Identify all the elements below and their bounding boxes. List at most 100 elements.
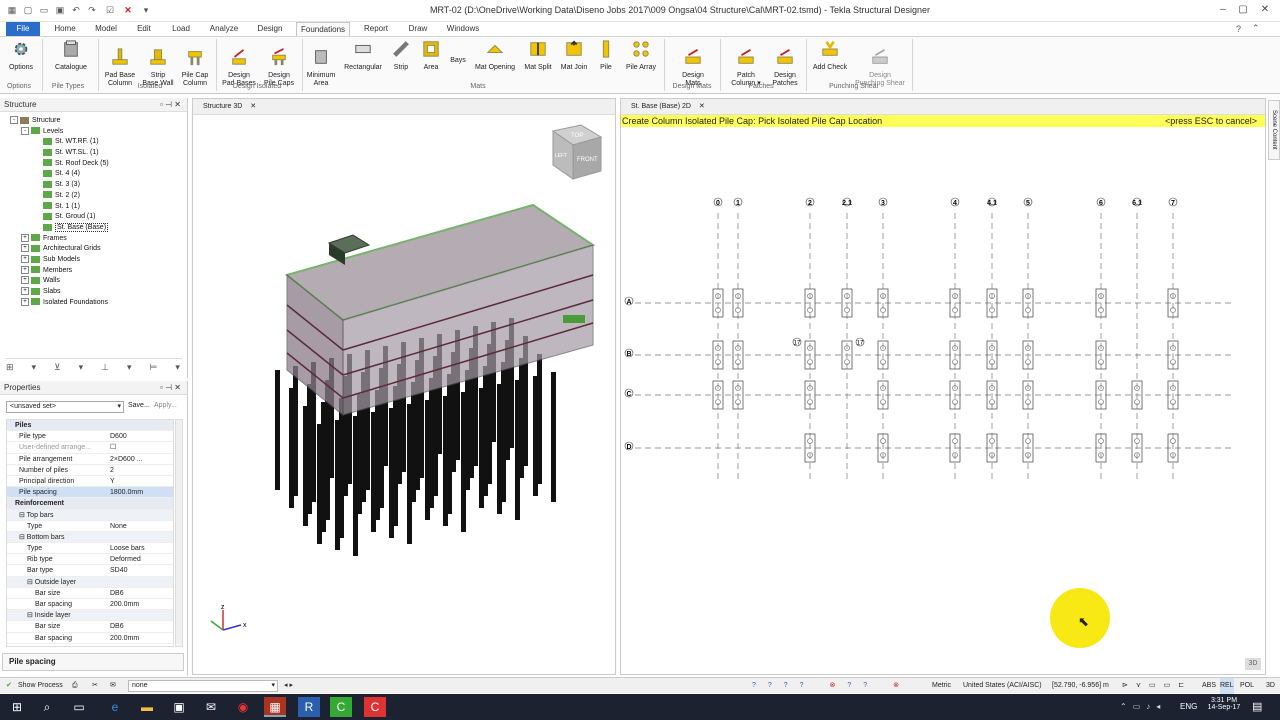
tree-item[interactable]: St. 3 (3) [10,180,187,191]
tree-item[interactable]: St. WT.SL. (1) [10,148,187,159]
new-icon[interactable]: ▢ [22,4,34,16]
chrome-icon[interactable]: ◉ [232,697,254,717]
undo-icon[interactable]: ↶ [70,4,82,16]
property-row[interactable]: Number of piles 2 [7,465,173,476]
panel-close-icon[interactable]: ▫ ⊣ ✕ [160,381,181,395]
tree-item[interactable]: + Walls [10,276,187,287]
tab-analyze[interactable]: Analyze [204,22,244,36]
tekla-icon[interactable]: ▦ [264,697,286,717]
tree-item[interactable]: St. Roof Deck (5) [10,159,187,170]
property-scrollbar[interactable] [175,419,183,647]
clock[interactable]: 3:31 PM 14-Sep-17 [1206,697,1242,711]
property-value[interactable]: 200.0mm [110,599,139,610]
file-explorer-icon[interactable]: ▬ [136,697,158,717]
app-c-icon[interactable]: C [330,697,352,717]
tab-file[interactable]: File [6,22,40,36]
collapse-icon[interactable]: - [21,126,29,135]
show-process-button[interactable]: Show Process [18,678,63,694]
language-indicator[interactable]: ENG [1180,702,1197,711]
property-row[interactable]: Bar size DB6 [7,621,173,633]
tree-item[interactable]: + Slabs [10,287,187,298]
tab-design[interactable]: Design [252,22,288,36]
save-button[interactable]: Save... [128,402,150,409]
pile-cap-column-button[interactable]: Pile Cap Column [178,39,212,96]
property-value[interactable]: 1800.0mm [110,487,143,498]
structure-3d-view[interactable]: Structure 3D ✕ TOP FRONT LEFT z x [192,98,616,675]
tree-item[interactable]: - Structure [10,116,187,127]
check-icon[interactable]: ☑ [104,4,116,16]
property-row[interactable]: Principal direction Y [7,476,173,488]
mail-app-icon[interactable]: ✉ [200,697,222,717]
start-icon[interactable]: ⊞ [6,697,28,717]
tree-item[interactable]: St. Base (Base) [10,222,187,234]
property-row[interactable]: ⊟ Top bars [7,509,173,521]
property-value[interactable]: 2 [110,465,114,476]
tree-item[interactable]: St. 2 (2) [10,191,187,202]
store-icon[interactable]: ▣ [168,697,190,717]
options-button[interactable]: Options [4,39,38,72]
property-row[interactable]: Pile arrangement 2×D600 ... [7,454,173,465]
maximize-icon[interactable]: ▢ [1236,3,1250,17]
expand-icon[interactable]: + [21,255,29,264]
property-value[interactable]: 2×D600 ... [110,454,143,465]
close-icon[interactable]: ✕ [1258,3,1272,17]
status-toggle-icons[interactable]: ???? ⊗?? ⊗ [752,678,911,694]
property-row[interactable]: Rib type Deformed [7,554,173,566]
property-value[interactable]: Deformed [110,554,141,565]
app-c2-icon[interactable]: C [364,697,386,717]
tray-icons[interactable]: ⌃▭♪◂ [1120,702,1166,711]
revit-icon[interactable]: R [298,697,320,717]
mat-join-button[interactable]: Mat Join [558,39,590,72]
view-3d-badge[interactable]: 3D [1245,658,1261,670]
property-row[interactable]: Bar size DB6 [7,588,173,599]
property-row[interactable]: ⊟ Bottom bars [7,531,173,544]
property-row[interactable]: Reinforcement [7,498,173,510]
tree-item[interactable]: St. Groud (1) [10,212,187,223]
strip-button[interactable]: Strip [388,39,414,72]
close-model-icon[interactable]: ✕ [122,4,134,16]
rectangular-button[interactable]: Rectangular [340,39,386,72]
task-view-icon[interactable]: ▭ [68,697,90,717]
property-row[interactable]: Piles [7,420,173,432]
plan-canvas[interactable]: 0 1 2 2.1 3 4 4.1 5 6 6.1 7ABCD17 17 [621,129,1265,674]
property-set-select[interactable]: <unsaved set> ▾ [6,401,124,413]
tab-foundations[interactable]: Foundations [296,22,350,36]
property-value[interactable]: D600 [110,431,127,442]
property-row[interactable]: Bar spacing 200.0mm [7,633,173,644]
property-row[interactable]: Pile spacing 1800.0mm [7,487,173,499]
quick-access-menu-icon[interactable]: ▾ [140,4,152,16]
print-icon[interactable]: ⎙ [72,678,78,694]
property-value[interactable]: Loose bars [110,543,145,554]
expand-icon[interactable]: + [21,287,29,296]
tree-item[interactable]: + Frames [10,233,187,245]
tab-load[interactable]: Load [166,22,196,36]
notification-icon[interactable]: ▤ [1252,700,1262,713]
tree-item[interactable]: St. WT.RF. (1) [10,137,187,148]
tree-item[interactable]: St. 1 (1) [10,202,187,213]
view-cube[interactable]: TOP FRONT LEFT [551,124,603,180]
tab-structure-3d[interactable]: Structure 3D ✕ [193,99,615,115]
nav-arrows-icon[interactable]: ◂ ▸ [284,678,293,694]
tree-item[interactable]: + Members [10,265,187,277]
expand-icon[interactable]: + [21,233,29,242]
tab-draw[interactable]: Draw [402,22,434,36]
minimum-area-button[interactable]: Minimum Area [304,39,338,96]
minimize-icon[interactable]: – [1216,3,1230,17]
property-row[interactable]: Bar spacing 200.0mm [7,599,173,611]
panel-close-icon[interactable]: ▫ ⊣ ✕ [160,98,181,112]
ribbon-collapse-icon[interactable]: ⌃ [1252,23,1260,34]
apply-button[interactable]: Apply... [154,402,177,409]
pile-array-button[interactable]: Pile Array [622,39,660,72]
property-row[interactable]: ⊟ Outside layer [7,576,173,588]
filter-select[interactable]: none ▾ [128,680,278,692]
property-value[interactable]: Y [110,476,115,487]
structure-3d-canvas[interactable]: TOP FRONT LEFT z x [193,115,615,673]
tree-item[interactable]: St. 4 (4) [10,169,187,180]
expand-icon[interactable]: + [21,276,29,285]
tree-item[interactable]: + Sub Models [10,255,187,266]
property-value[interactable]: ☐ [110,442,116,453]
tree-item[interactable]: + Architectural Grids [10,244,187,255]
mail-icon[interactable]: ✉ [110,678,116,694]
tab-edit[interactable]: Edit [130,22,158,36]
property-value[interactable]: 200.0mm [110,633,139,644]
